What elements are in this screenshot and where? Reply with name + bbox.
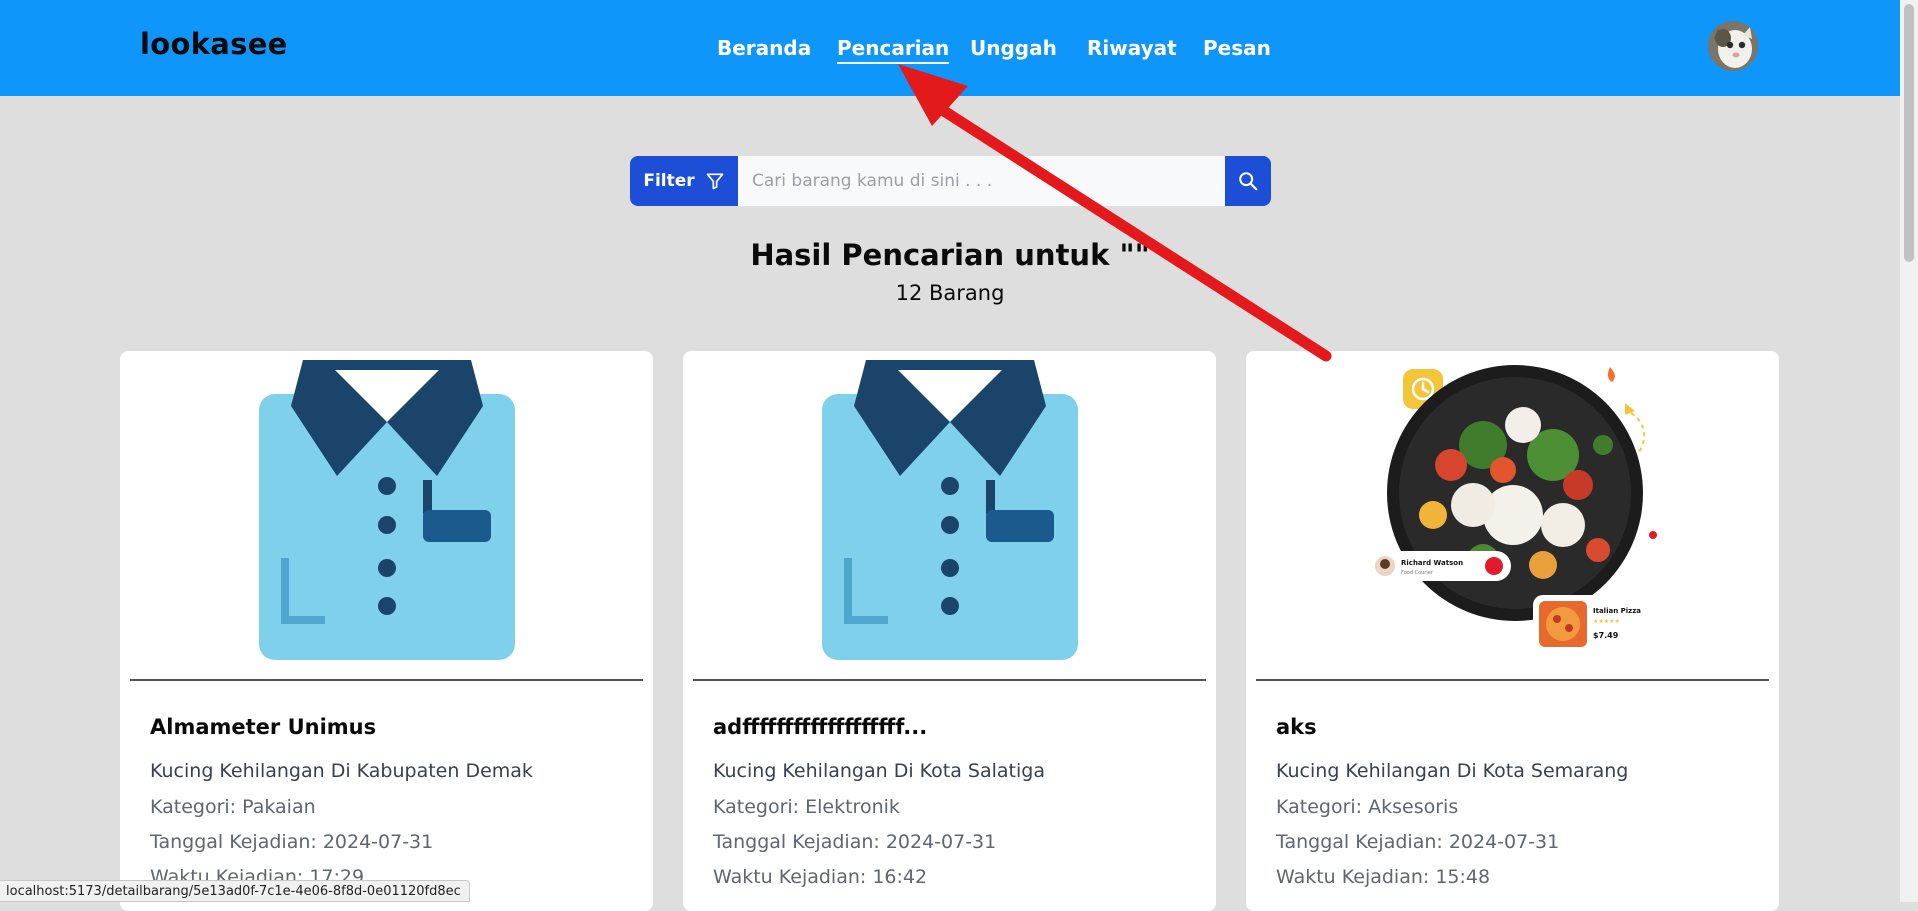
shirt-illustration-icon xyxy=(258,360,515,660)
item-image xyxy=(120,351,653,679)
svg-text:★★★★★: ★★★★★ xyxy=(1593,618,1620,625)
dish-price: $7.49 xyxy=(1593,631,1619,640)
card-divider xyxy=(1256,679,1769,681)
magnifier-icon xyxy=(1239,172,1258,191)
filter-label: Filter xyxy=(643,171,695,191)
search-bar: Filter xyxy=(630,156,1271,206)
food-app-illustration-icon: Richard Watson Food Courier Italian Pizz… xyxy=(1368,365,1657,653)
courier-name: Richard Watson xyxy=(1401,559,1463,567)
search-input[interactable] xyxy=(738,156,1226,206)
item-card[interactable]: Almameter Unimus Kucing Kehilangan Di Ka… xyxy=(120,351,653,911)
top-navbar: lookasee Beranda Pencarian Unggah Riwaya… xyxy=(0,0,1900,96)
status-url-bar: localhost:5173/detailbarang/5e13ad0f-7c1… xyxy=(0,880,470,902)
results-title: Hasil Pencarian untuk "" xyxy=(750,238,1150,272)
nav-link-beranda[interactable]: Beranda xyxy=(717,36,811,60)
item-location: Kucing Kehilangan Di Kota Semarang xyxy=(1276,760,1629,782)
item-title[interactable]: aks xyxy=(1276,715,1317,739)
nav-link-pencarian[interactable]: Pencarian xyxy=(837,36,950,64)
item-category: Kategori: Aksesoris xyxy=(1276,796,1459,818)
page-scrollbar[interactable] xyxy=(1900,0,1918,902)
scrollbar-thumb[interactable] xyxy=(1904,4,1914,262)
item-date: Tanggal Kejadian: 2024-07-31 xyxy=(713,831,997,853)
cat-avatar-icon xyxy=(1708,21,1758,71)
item-category: Kategori: Elektronik xyxy=(713,796,900,818)
nav-links: Beranda Pencarian Unggah Riwayat Pesan xyxy=(0,36,1900,66)
nav-link-unggah[interactable]: Unggah xyxy=(970,36,1057,60)
item-date: Tanggal Kejadian: 2024-07-31 xyxy=(1276,831,1560,853)
item-location: Kucing Kehilangan Di Kabupaten Demak xyxy=(150,760,533,782)
item-location: Kucing Kehilangan Di Kota Salatiga xyxy=(713,760,1045,782)
item-card[interactable]: adfffffffffffffffffff... Kucing Kehilang… xyxy=(683,351,1216,911)
card-divider xyxy=(693,679,1206,681)
item-image xyxy=(683,351,1216,679)
nav-link-pesan[interactable]: Pesan xyxy=(1203,36,1271,60)
item-time: Waktu Kejadian: 15:48 xyxy=(1276,866,1491,888)
item-title[interactable]: Almameter Unimus xyxy=(150,715,376,739)
results-count: 12 Barang xyxy=(895,281,1005,305)
dish-name: Italian Pizza xyxy=(1593,607,1641,615)
nav-link-riwayat[interactable]: Riwayat xyxy=(1087,36,1177,60)
item-image: Richard Watson Food Courier Italian Pizz… xyxy=(1246,351,1779,679)
shirt-illustration-icon xyxy=(821,360,1078,660)
item-date: Tanggal Kejadian: 2024-07-31 xyxy=(150,831,434,853)
item-card[interactable]: Richard Watson Food Courier Italian Pizz… xyxy=(1246,351,1779,911)
courier-role: Food Courier xyxy=(1401,570,1434,576)
filter-button[interactable]: Filter xyxy=(630,156,738,206)
item-category: Kategori: Pakaian xyxy=(150,796,316,818)
user-avatar[interactable] xyxy=(1708,21,1758,71)
funnel-icon xyxy=(706,173,723,190)
item-title[interactable]: adfffffffffffffffffff... xyxy=(713,715,927,739)
card-divider xyxy=(130,679,643,681)
item-time: Waktu Kejadian: 16:42 xyxy=(713,866,928,888)
search-button[interactable] xyxy=(1225,156,1271,206)
